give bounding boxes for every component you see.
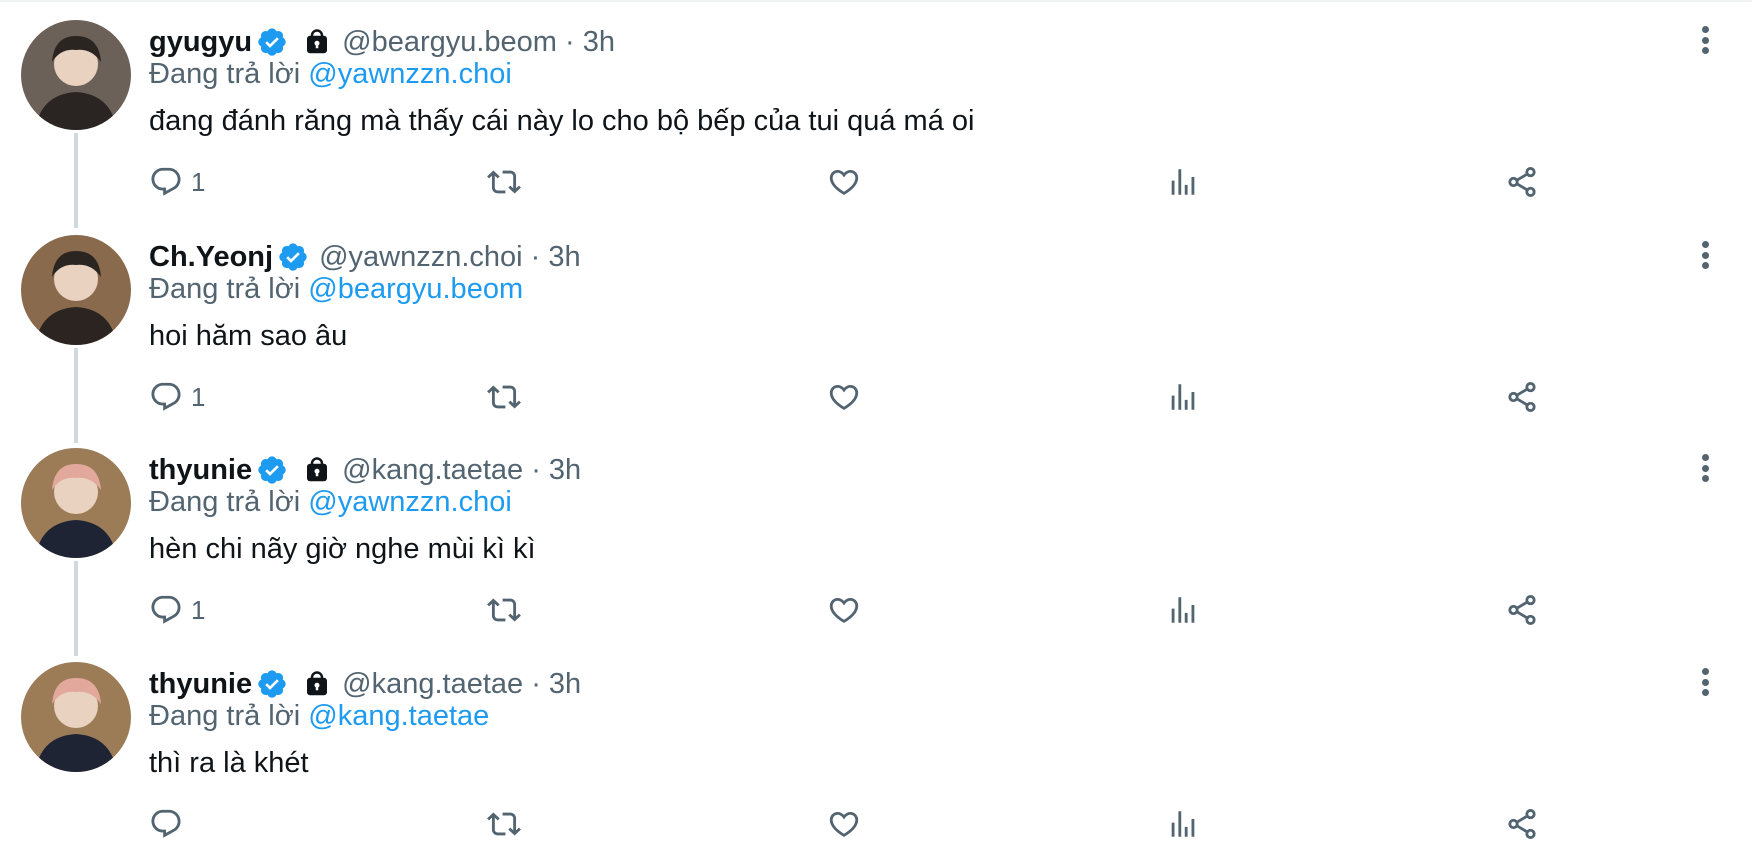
retweet-icon <box>487 385 521 409</box>
display-name[interactable]: Ch.Yeonj <box>149 241 273 274</box>
action-bar <box>149 804 1709 844</box>
lock-icon <box>307 29 328 54</box>
replying-to-label: Đang trả lời <box>149 273 301 305</box>
replying-to: Đang trả lời @beargyu.beom <box>149 273 523 306</box>
like-button[interactable] <box>827 590 861 630</box>
retweet-icon <box>487 170 521 194</box>
verified-badge-icon <box>258 28 286 56</box>
like-icon <box>829 811 859 837</box>
replying-to: Đang trả lời @yawnzzn.choi <box>149 486 512 519</box>
tweet[interactable]: thyunie @kang.taetae · 3h Đang trả lời @… <box>0 642 1752 857</box>
retweet-button[interactable] <box>487 590 521 630</box>
replying-to-label: Đang trả lời <box>149 486 301 518</box>
handle-and-time[interactable]: @beargyu.beom · 3h <box>342 26 615 59</box>
display-name[interactable]: thyunie <box>149 668 252 701</box>
more-icon[interactable] <box>1690 450 1720 486</box>
replying-to-label: Đang trả lời <box>149 700 301 732</box>
reply-count: 1 <box>191 594 206 625</box>
reply-button[interactable] <box>149 804 191 844</box>
like-icon <box>829 597 859 623</box>
share-icon <box>1508 166 1536 198</box>
share-button[interactable] <box>1505 804 1539 844</box>
tweet-header: thyunie @kang.taetae · 3h <box>149 450 581 490</box>
reply-button[interactable]: 1 <box>149 377 205 417</box>
retweet-button[interactable] <box>487 804 521 844</box>
views-icon <box>1171 811 1195 837</box>
replying-to-handle[interactable]: @yawnzzn.choi <box>308 486 512 518</box>
retweet-button[interactable] <box>487 162 521 202</box>
more-icon[interactable] <box>1690 22 1720 58</box>
tweet-header: Ch.Yeonj @yawnzzn.choi · 3h <box>149 237 581 277</box>
handle-and-time[interactable]: @yawnzzn.choi · 3h <box>319 241 581 274</box>
thread-connector <box>74 133 78 228</box>
like-button[interactable] <box>827 377 861 417</box>
action-bar: 1 <box>149 162 1709 202</box>
views-button[interactable] <box>1166 804 1200 844</box>
share-icon <box>1508 594 1536 626</box>
share-button[interactable] <box>1505 377 1539 417</box>
tweet-text: đang đánh răng mà thấy cái này lo cho bộ… <box>149 105 975 137</box>
tweet-text: hèn chi nãy giờ nghe mùi kì kì <box>149 533 536 565</box>
verified-badge-icon <box>258 670 286 698</box>
tweet[interactable]: gyugyu @beargyu.beom · 3h Đang trả lời @… <box>0 0 1752 228</box>
replying-to-handle[interactable]: @beargyu.beom <box>308 273 523 305</box>
reply-icon <box>151 167 181 196</box>
replying-to-handle[interactable]: @yawnzzn.choi <box>308 58 512 90</box>
avatar[interactable] <box>21 662 131 772</box>
display-name[interactable]: thyunie <box>149 454 252 487</box>
tweet-text: hoi hăm sao âu <box>149 320 348 352</box>
views-button[interactable] <box>1166 162 1200 202</box>
views-icon <box>1171 384 1195 410</box>
verified-badge-icon <box>279 243 307 271</box>
replying-to-handle[interactable]: @kang.taetae <box>308 700 489 732</box>
retweet-button[interactable] <box>487 377 521 417</box>
views-icon <box>1171 597 1195 623</box>
reply-icon <box>151 382 181 411</box>
views-button[interactable] <box>1166 377 1200 417</box>
views-button[interactable] <box>1166 590 1200 630</box>
like-icon <box>829 169 859 195</box>
like-button[interactable] <box>827 162 861 202</box>
tweet-text: thì ra là khét <box>149 747 309 779</box>
avatar[interactable] <box>21 448 131 558</box>
retweet-icon <box>487 598 521 622</box>
action-bar: 1 <box>149 590 1709 630</box>
tweet-header: gyugyu @beargyu.beom · 3h <box>149 22 615 62</box>
lock-icon <box>307 671 328 696</box>
replying-to: Đang trả lời @kang.taetae <box>149 700 489 733</box>
reply-button[interactable]: 1 <box>149 162 205 202</box>
more-icon[interactable] <box>1690 237 1720 273</box>
verified-badge-icon <box>258 456 286 484</box>
share-button[interactable] <box>1505 590 1539 630</box>
reply-icon <box>151 595 181 624</box>
reply-icon <box>151 809 181 838</box>
views-icon <box>1171 169 1195 195</box>
tweet[interactable]: thyunie @kang.taetae · 3h Đang trả lời @… <box>0 428 1752 656</box>
reply-count: 1 <box>191 381 206 412</box>
replying-to-label: Đang trả lời <box>149 58 301 90</box>
avatar[interactable] <box>21 20 131 130</box>
handle-and-time[interactable]: @kang.taetae · 3h <box>342 454 581 487</box>
lock-icon <box>307 457 328 482</box>
reply-count: 1 <box>191 166 206 197</box>
share-icon <box>1508 381 1536 413</box>
avatar[interactable] <box>21 235 131 345</box>
reply-button[interactable]: 1 <box>149 590 205 630</box>
retweet-icon <box>487 812 521 836</box>
handle-and-time[interactable]: @kang.taetae · 3h <box>342 668 581 701</box>
share-button[interactable] <box>1505 162 1539 202</box>
tweet-header: thyunie @kang.taetae · 3h <box>149 664 581 704</box>
display-name[interactable]: gyugyu <box>149 26 252 59</box>
like-icon <box>829 384 859 410</box>
more-icon[interactable] <box>1690 664 1720 700</box>
action-bar: 1 <box>149 377 1709 417</box>
like-button[interactable] <box>827 804 861 844</box>
tweet[interactable]: Ch.Yeonj @yawnzzn.choi · 3h Đang trả lời… <box>0 215 1752 443</box>
share-icon <box>1508 808 1536 840</box>
replying-to: Đang trả lời @yawnzzn.choi <box>149 58 512 91</box>
